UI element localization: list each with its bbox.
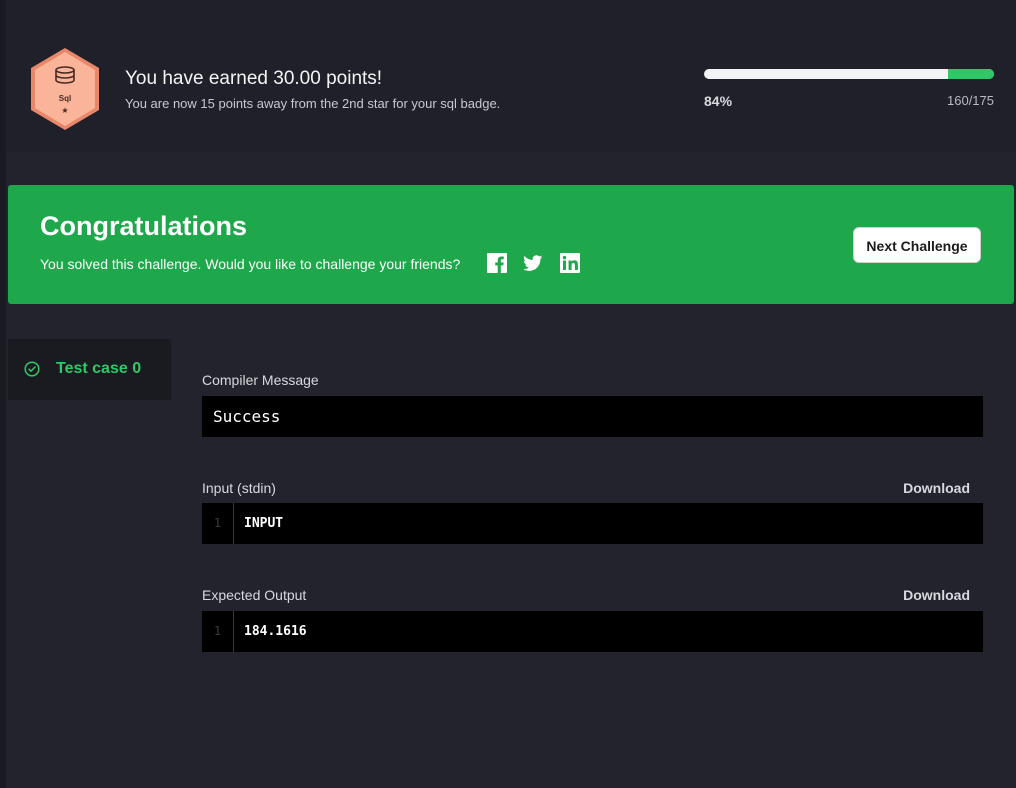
input-download-link[interactable]: Download: [903, 480, 970, 496]
expected-output-box: 1 184.1616: [202, 611, 983, 652]
badge-progress-bar: [704, 69, 994, 79]
expected-output-value: 184.1616: [244, 624, 307, 639]
badge-star-icon: ★: [61, 106, 68, 115]
congratulations-banner: Congratulations You solved this challeng…: [8, 185, 1014, 304]
progress-count: 160/175: [947, 93, 994, 108]
compiler-message-label: Compiler Message: [202, 372, 319, 388]
compiler-message-value: Success: [213, 407, 281, 426]
points-earned-title: You have earned 30.00 points!: [125, 68, 383, 89]
expected-output-label: Expected Output: [202, 587, 307, 603]
next-challenge-button[interactable]: Next Challenge: [853, 227, 981, 263]
hexagon-badge-icon: ★: [31, 48, 99, 130]
badge-label: Sql: [58, 94, 72, 103]
input-box: 1 INPUT: [202, 503, 983, 544]
twitter-icon[interactable]: [523, 253, 543, 273]
expected-output-download-link[interactable]: Download: [903, 587, 970, 603]
facebook-icon[interactable]: [487, 253, 507, 273]
input-line-number: 1: [202, 503, 234, 544]
tab-test-case-0[interactable]: Test case 0: [8, 339, 171, 400]
check-circle-icon: [24, 361, 40, 377]
badge-progress-remaining: [948, 69, 994, 79]
test-case-label: Test case 0: [56, 360, 142, 377]
sql-badge: ★ Sql: [28, 46, 102, 132]
expected-output-line-number: 1: [202, 611, 234, 652]
input-label: Input (stdin): [202, 480, 276, 496]
compiler-message-box: Success: [202, 396, 983, 437]
progress-percent: 84%: [704, 93, 733, 109]
banner-text: You solved this challenge. Would you lik…: [40, 256, 461, 272]
points-header: ★ Sql You have earned 30.00 points! You …: [6, 0, 1016, 152]
input-value: INPUT: [244, 516, 284, 531]
banner-title: Congratulations: [40, 211, 247, 241]
points-earned-subtitle: You are now 15 points away from the 2nd …: [125, 96, 501, 111]
linkedin-icon[interactable]: [560, 253, 580, 273]
